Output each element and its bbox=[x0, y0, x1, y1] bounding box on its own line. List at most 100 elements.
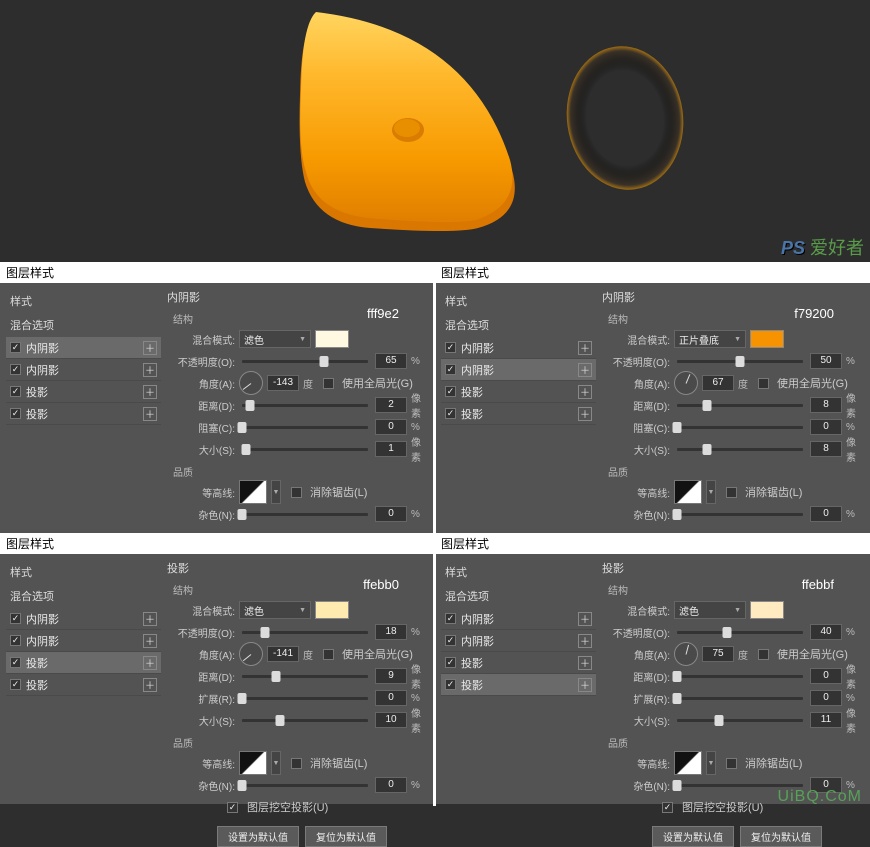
styles-header[interactable]: 样式 bbox=[6, 289, 161, 313]
choke-value[interactable]: 0 bbox=[375, 419, 407, 435]
chevron-down-icon[interactable]: ▼ bbox=[271, 480, 281, 504]
add-effect-icon[interactable]: ＋ bbox=[143, 612, 157, 626]
opacity-slider[interactable] bbox=[677, 360, 803, 363]
size-value[interactable]: 1 bbox=[375, 441, 407, 457]
effect-checkbox[interactable] bbox=[10, 342, 21, 353]
effect-list-item[interactable]: 内阴影 ＋ bbox=[6, 337, 161, 359]
opacity-slider[interactable] bbox=[677, 631, 803, 634]
opacity-value[interactable]: 18 bbox=[375, 624, 407, 640]
chevron-down-icon[interactable]: ▼ bbox=[271, 751, 281, 775]
angle-value[interactable]: -143 bbox=[267, 375, 299, 391]
effect-checkbox[interactable] bbox=[445, 679, 456, 690]
noise-slider[interactable] bbox=[677, 513, 803, 516]
styles-header[interactable]: 样式 bbox=[6, 560, 161, 584]
styles-header[interactable]: 样式 bbox=[441, 289, 596, 313]
noise-slider[interactable] bbox=[242, 513, 368, 516]
effect-list-item[interactable]: 内阴影 ＋ bbox=[441, 608, 596, 630]
global-light-checkbox[interactable] bbox=[323, 649, 334, 660]
add-effect-icon[interactable]: ＋ bbox=[143, 634, 157, 648]
opacity-slider[interactable] bbox=[242, 631, 368, 634]
effect-list-item[interactable]: 投影 ＋ bbox=[6, 381, 161, 403]
contour-picker[interactable] bbox=[239, 751, 267, 775]
opacity-value[interactable]: 40 bbox=[810, 624, 842, 640]
size-slider[interactable] bbox=[677, 448, 803, 451]
effect-list-item[interactable]: 投影 ＋ bbox=[441, 652, 596, 674]
noise-slider[interactable] bbox=[242, 784, 368, 787]
choke-slider[interactable] bbox=[242, 426, 368, 429]
distance-slider[interactable] bbox=[242, 675, 368, 678]
effect-checkbox[interactable] bbox=[445, 364, 456, 375]
size-slider[interactable] bbox=[242, 719, 368, 722]
size-value[interactable]: 10 bbox=[375, 712, 407, 728]
effect-checkbox[interactable] bbox=[445, 657, 456, 668]
color-swatch[interactable] bbox=[750, 330, 784, 348]
effect-checkbox[interactable] bbox=[10, 679, 21, 690]
add-effect-icon[interactable]: ＋ bbox=[578, 363, 592, 377]
effect-checkbox[interactable] bbox=[10, 635, 21, 646]
noise-value[interactable]: 0 bbox=[375, 506, 407, 522]
spread-slider[interactable] bbox=[677, 697, 803, 700]
add-effect-icon[interactable]: ＋ bbox=[578, 634, 592, 648]
effect-list-item[interactable]: 投影 ＋ bbox=[6, 403, 161, 425]
effect-checkbox[interactable] bbox=[10, 364, 21, 375]
distance-value[interactable]: 8 bbox=[810, 397, 842, 413]
opacity-value[interactable]: 65 bbox=[375, 353, 407, 369]
add-effect-icon[interactable]: ＋ bbox=[143, 407, 157, 421]
distance-slider[interactable] bbox=[677, 404, 803, 407]
effect-list-item[interactable]: 内阴影 ＋ bbox=[6, 608, 161, 630]
noise-value[interactable]: 0 bbox=[375, 777, 407, 793]
distance-value[interactable]: 2 bbox=[375, 397, 407, 413]
size-slider[interactable] bbox=[677, 719, 803, 722]
reset-default-button[interactable]: 复位为默认值 bbox=[305, 826, 387, 847]
set-default-button[interactable]: 设置为默认值 bbox=[217, 826, 299, 847]
spread-value[interactable]: 0 bbox=[375, 690, 407, 706]
distance-value[interactable]: 0 bbox=[810, 668, 842, 684]
contour-picker[interactable] bbox=[674, 480, 702, 504]
angle-dial[interactable] bbox=[239, 371, 263, 395]
add-effect-icon[interactable]: ＋ bbox=[143, 678, 157, 692]
blending-options[interactable]: 混合选项 bbox=[441, 313, 596, 337]
add-effect-icon[interactable]: ＋ bbox=[578, 612, 592, 626]
add-effect-icon[interactable]: ＋ bbox=[578, 656, 592, 670]
antialias-checkbox[interactable] bbox=[291, 487, 302, 498]
choke-slider[interactable] bbox=[677, 426, 803, 429]
contour-picker[interactable] bbox=[674, 751, 702, 775]
spread-slider[interactable] bbox=[242, 697, 368, 700]
knockout-checkbox[interactable] bbox=[227, 802, 238, 813]
add-effect-icon[interactable]: ＋ bbox=[578, 678, 592, 692]
effect-checkbox[interactable] bbox=[10, 613, 21, 624]
size-slider[interactable] bbox=[242, 448, 368, 451]
blend-mode-select[interactable]: 正片叠底▼ bbox=[674, 330, 746, 348]
color-swatch[interactable] bbox=[315, 601, 349, 619]
add-effect-icon[interactable]: ＋ bbox=[578, 341, 592, 355]
color-swatch[interactable] bbox=[315, 330, 349, 348]
blend-mode-select[interactable]: 滤色▼ bbox=[239, 330, 311, 348]
add-effect-icon[interactable]: ＋ bbox=[143, 385, 157, 399]
blending-options[interactable]: 混合选项 bbox=[6, 584, 161, 608]
blending-options[interactable]: 混合选项 bbox=[6, 313, 161, 337]
add-effect-icon[interactable]: ＋ bbox=[143, 656, 157, 670]
chevron-down-icon[interactable]: ▼ bbox=[706, 751, 716, 775]
color-swatch[interactable] bbox=[750, 601, 784, 619]
opacity-value[interactable]: 50 bbox=[810, 353, 842, 369]
size-value[interactable]: 8 bbox=[810, 441, 842, 457]
spread-value[interactable]: 0 bbox=[810, 690, 842, 706]
chevron-down-icon[interactable]: ▼ bbox=[706, 480, 716, 504]
effect-list-item[interactable]: 内阴影 ＋ bbox=[441, 630, 596, 652]
angle-dial[interactable] bbox=[674, 642, 698, 666]
effect-list-item[interactable]: 投影 ＋ bbox=[441, 381, 596, 403]
effect-checkbox[interactable] bbox=[10, 657, 21, 668]
effect-checkbox[interactable] bbox=[445, 386, 456, 397]
effect-list-item[interactable]: 内阴影 ＋ bbox=[6, 630, 161, 652]
effect-list-item[interactable]: 内阴影 ＋ bbox=[6, 359, 161, 381]
distance-slider[interactable] bbox=[242, 404, 368, 407]
effect-checkbox[interactable] bbox=[10, 408, 21, 419]
antialias-checkbox[interactable] bbox=[726, 487, 737, 498]
add-effect-icon[interactable]: ＋ bbox=[143, 341, 157, 355]
effect-list-item[interactable]: 投影 ＋ bbox=[6, 674, 161, 696]
add-effect-icon[interactable]: ＋ bbox=[143, 363, 157, 377]
effect-list-item[interactable]: 投影 ＋ bbox=[441, 674, 596, 696]
effect-list-item[interactable]: 投影 ＋ bbox=[6, 652, 161, 674]
noise-value[interactable]: 0 bbox=[810, 506, 842, 522]
global-light-checkbox[interactable] bbox=[758, 649, 769, 660]
